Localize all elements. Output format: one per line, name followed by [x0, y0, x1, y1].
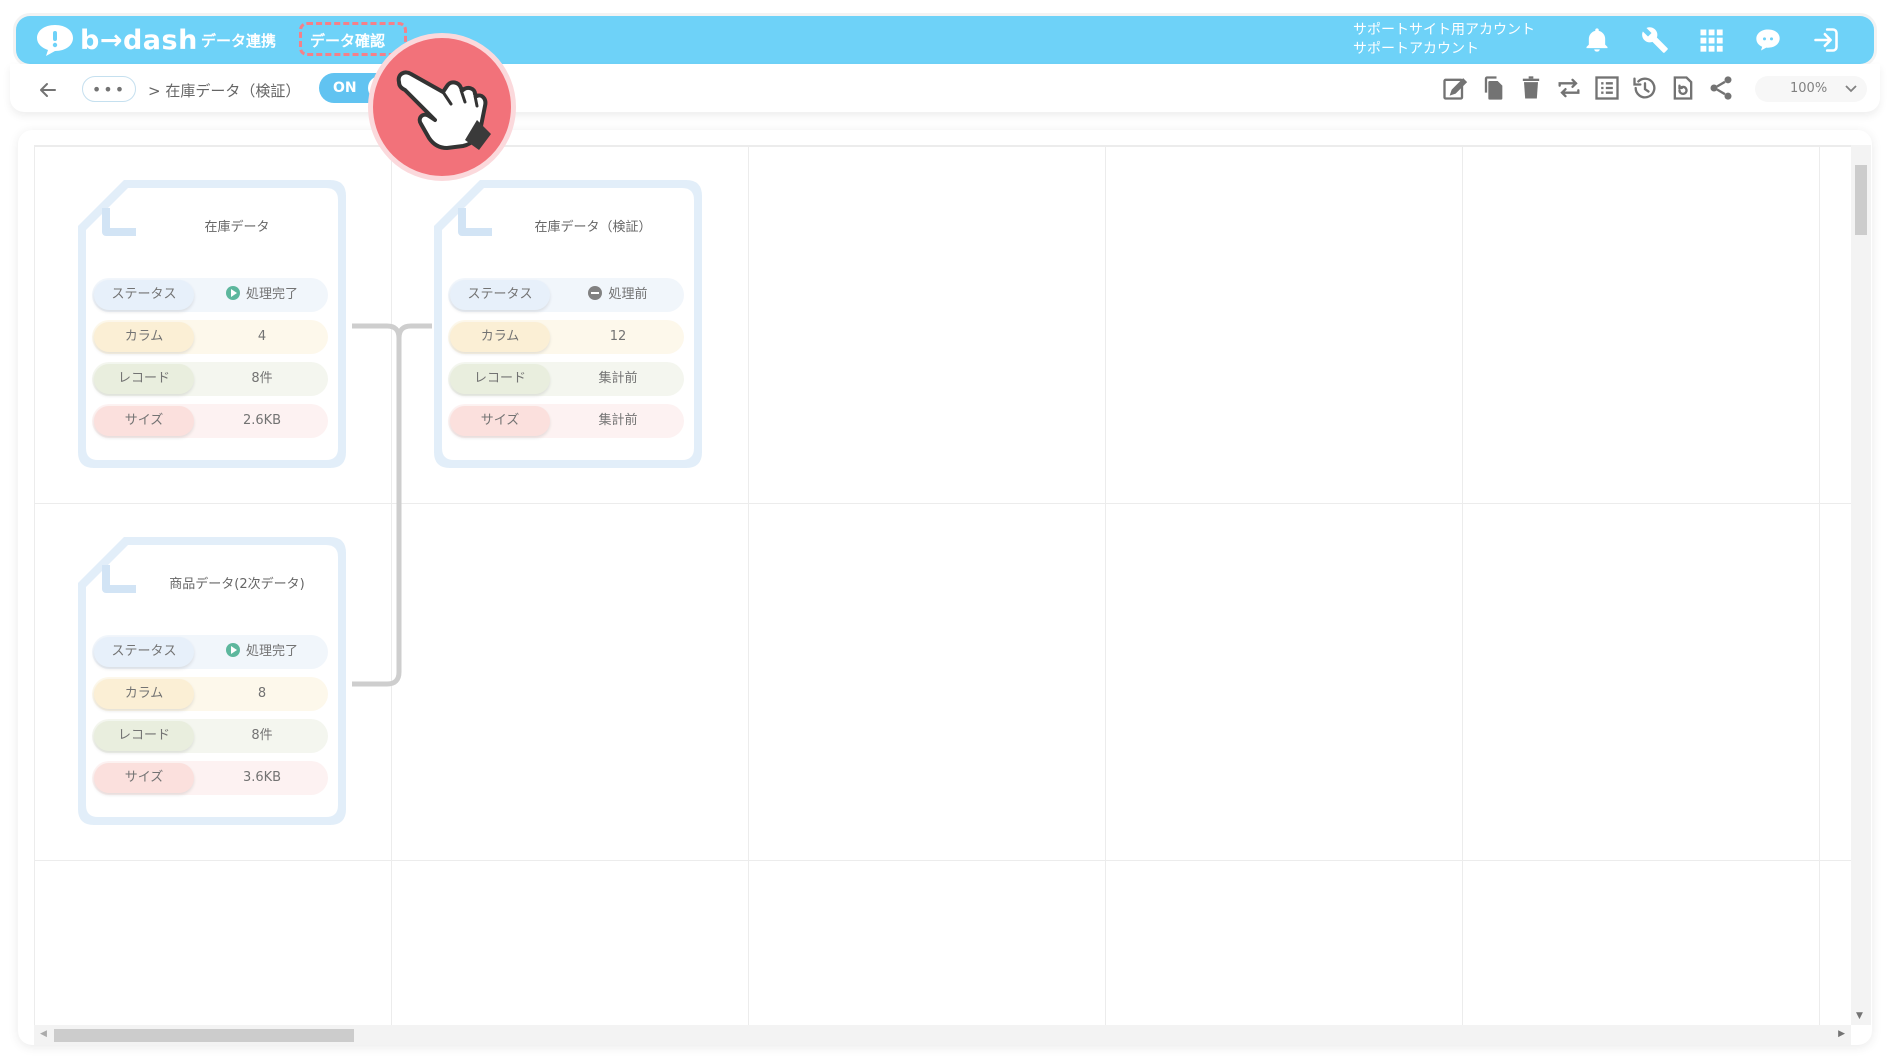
status-text: 処理完了 [245, 287, 298, 302]
card-title: 商品データ(2次データ) [169, 577, 305, 592]
column-label: カラム [94, 322, 194, 352]
size-value: 2.6KB [242, 413, 282, 428]
account-line-2: サポートアカウント [1353, 41, 1479, 57]
card-title: 在庫データ（検証） [534, 220, 652, 235]
refresh-file-icon[interactable] [1669, 74, 1697, 102]
status-value: 処理前 [552, 278, 684, 312]
size-row: サイズ 集計前 [448, 404, 684, 438]
size-row: サイズ 2.6KB [92, 404, 328, 438]
record-value: 8件 [251, 728, 273, 743]
sync-icon[interactable] [1555, 74, 1583, 102]
column-value: 12 [609, 329, 627, 344]
record-row: レコード 8件 [92, 362, 328, 396]
status-row: ステータス 処理前 [448, 278, 684, 312]
pointing-hand-icon [396, 70, 491, 150]
trash-icon[interactable] [1517, 74, 1545, 102]
status-label: ステータス [94, 280, 194, 310]
logo-bubble-icon [37, 25, 73, 56]
size-row: サイズ 3.6KB [92, 761, 328, 795]
scroll-right-arrow-icon[interactable]: ▶ [1838, 1029, 1845, 1039]
column-value: 8 [257, 686, 267, 701]
record-label: レコード [94, 721, 194, 751]
zoom-value: 100% [1790, 81, 1828, 96]
card-title: 在庫データ [204, 220, 270, 235]
nav-data-check[interactable]: データ確認 [310, 30, 385, 51]
play-status-icon [225, 643, 240, 657]
wrench-icon[interactable] [1640, 25, 1670, 55]
scroll-down-arrow-icon[interactable]: ▼ [1856, 1011, 1863, 1021]
chevron-down-icon [1845, 85, 1857, 93]
toolbar: ••• > 在庫データ（検証） ON 100% [10, 64, 1880, 112]
size-label: サイズ [450, 406, 550, 436]
column-row: カラム 8 [92, 677, 328, 711]
data-card-product[interactable]: 商品データ(2次データ) ステータス 処理完了 カラム 8 レコード 8件 サイ… [72, 531, 352, 831]
scroll-left-arrow-icon[interactable]: ◀ [40, 1029, 47, 1039]
horizontal-scroll-thumb[interactable] [54, 1029, 354, 1042]
toggle-label: ON [333, 80, 357, 96]
back-arrow-icon[interactable] [36, 78, 60, 102]
zoom-select[interactable]: 100% [1755, 76, 1867, 102]
history-icon[interactable] [1631, 74, 1659, 102]
logo-text: b→dash [80, 24, 198, 56]
horizontal-scrollbar[interactable]: ◀ ▶ [34, 1025, 1851, 1045]
more-breadcrumb-button[interactable]: ••• [82, 76, 136, 102]
edit-icon[interactable] [1441, 74, 1469, 102]
status-value: 処理完了 [196, 635, 328, 669]
data-card-inventory[interactable]: 在庫データ ステータス 処理完了 カラム 4 レコード 8件 サイズ 2.6KB [72, 174, 352, 474]
status-value: 処理完了 [196, 278, 328, 312]
size-label: サイズ [94, 406, 194, 436]
size-value: 3.6KB [242, 770, 282, 785]
vertical-scroll-thumb[interactable] [1855, 165, 1867, 235]
record-value: 8件 [251, 371, 273, 386]
record-label: レコード [94, 364, 194, 394]
size-label: サイズ [94, 763, 194, 793]
status-row: ステータス 処理完了 [92, 278, 328, 312]
column-label: カラム [94, 679, 194, 709]
logout-icon[interactable] [1811, 25, 1841, 55]
column-row: カラム 12 [448, 320, 684, 354]
account-line-1: サポートサイト用アカウント [1353, 22, 1535, 38]
tutorial-pointer [368, 33, 516, 181]
column-label: カラム [450, 322, 550, 352]
status-label: ステータス [450, 280, 550, 310]
status-text: 処理前 [608, 287, 648, 302]
status-row: ステータス 処理完了 [92, 635, 328, 669]
breadcrumb: > 在庫データ（検証） [148, 82, 301, 100]
bell-icon[interactable] [1582, 25, 1612, 55]
column-value: 4 [257, 329, 267, 344]
nav-data-sync[interactable]: データ連携 [201, 30, 276, 51]
bdash-logo[interactable]: b→dash [34, 22, 198, 58]
record-row: レコード 集計前 [448, 362, 684, 396]
play-status-icon [225, 286, 240, 300]
list-icon[interactable] [1593, 74, 1621, 102]
account-info[interactable]: サポートサイト用アカウント サポートアカウント [1353, 21, 1535, 59]
copy-icon[interactable] [1479, 74, 1507, 102]
record-label: レコード [450, 364, 550, 394]
chat-bot-icon[interactable] [1753, 25, 1783, 55]
column-row: カラム 4 [92, 320, 328, 354]
minus-status-icon [588, 286, 603, 300]
status-text: 処理完了 [245, 644, 298, 659]
vertical-scrollbar[interactable]: ▼ [1851, 145, 1871, 1025]
app-header: b→dash データ連携 データ確認 サポートサイト用アカウント サポートアカウ… [16, 16, 1874, 64]
size-value: 集計前 [598, 413, 638, 428]
status-label: ステータス [94, 637, 194, 667]
record-row: レコード 8件 [92, 719, 328, 753]
apps-grid-icon[interactable] [1696, 25, 1726, 55]
share-icon[interactable] [1707, 74, 1735, 102]
data-card-inventory-verify[interactable]: 在庫データ（検証） ステータス 処理前 カラム 12 レコード 集計前 サイズ … [428, 174, 708, 474]
record-value: 集計前 [598, 371, 638, 386]
